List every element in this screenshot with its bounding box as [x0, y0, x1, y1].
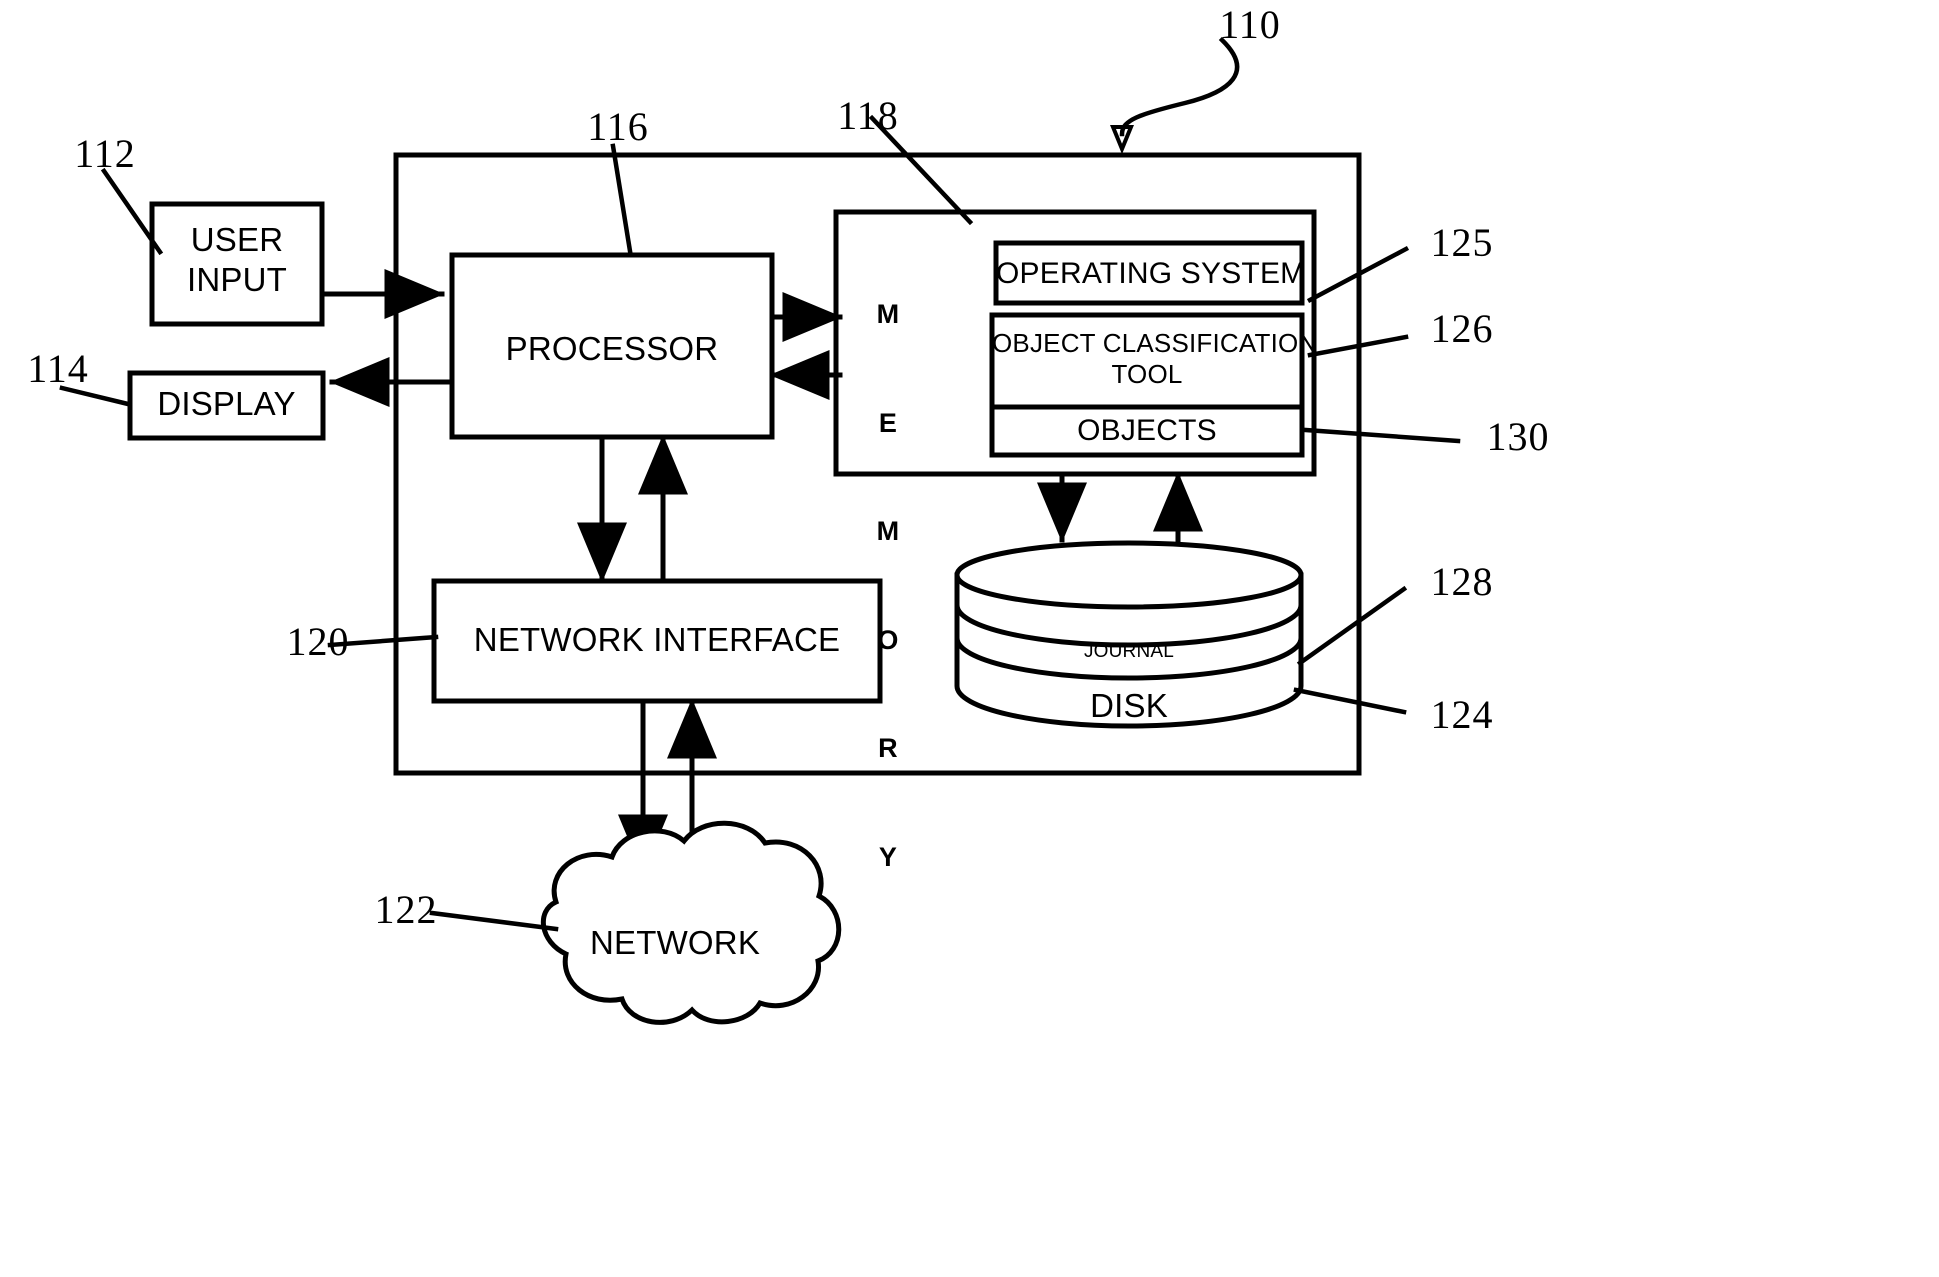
leader-116 — [610, 143, 633, 254]
memory-letter-3: O — [877, 624, 899, 655]
network-label: NETWORK — [589, 924, 761, 961]
patent-figure: 110 112 114 116 118 120 122 124 125 126 … — [0, 0, 1939, 1277]
ref-126: 126 — [1430, 306, 1494, 351]
leader-110 — [1119, 36, 1240, 137]
object-classification-tool-label-line1: OBJECT CLASSIFICATION — [992, 328, 1318, 358]
ref-114: 114 — [27, 346, 89, 391]
memory-letter-1: E — [878, 407, 898, 438]
ref-118: 118 — [837, 93, 899, 138]
ref-128: 128 — [1430, 559, 1494, 604]
display-label: DISPLAY — [157, 385, 296, 422]
memory-letter-0: M — [876, 299, 900, 330]
user-input-label-line1: USER — [190, 221, 284, 258]
disk-top-ellipse — [954, 540, 1304, 610]
network-interface-label: NETWORK INTERFACE — [473, 621, 841, 658]
network-cloud — [540, 820, 842, 1025]
memory-label: M E M O R Y — [865, 224, 911, 947]
object-classification-tool-label-line2: TOOL — [1111, 359, 1183, 389]
ref-116: 116 — [587, 104, 649, 149]
disk-label: DISK — [1090, 687, 1168, 724]
processor-label: PROCESSOR — [505, 330, 719, 367]
ref-125: 125 — [1430, 220, 1494, 265]
ref-120: 120 — [286, 619, 350, 664]
leader-130 — [1303, 427, 1461, 444]
memory-letter-2: M — [876, 516, 900, 547]
ref-130: 130 — [1486, 414, 1550, 459]
ref-124: 124 — [1430, 692, 1494, 737]
objects-label: OBJECTS — [1077, 414, 1217, 447]
leader-128 — [1296, 585, 1408, 667]
ref-112: 112 — [74, 131, 136, 176]
ref-110: 110 — [1219, 2, 1281, 47]
leader-124 — [1293, 687, 1407, 715]
journal-label: JOURNAL — [1083, 641, 1175, 662]
memory-letter-4: R — [878, 733, 898, 764]
operating-system-label: OPERATING SYSTEM — [996, 257, 1306, 290]
ref-122: 122 — [374, 887, 438, 932]
user-input-label-line2: INPUT — [187, 261, 287, 298]
memory-letter-5: Y — [878, 841, 898, 872]
